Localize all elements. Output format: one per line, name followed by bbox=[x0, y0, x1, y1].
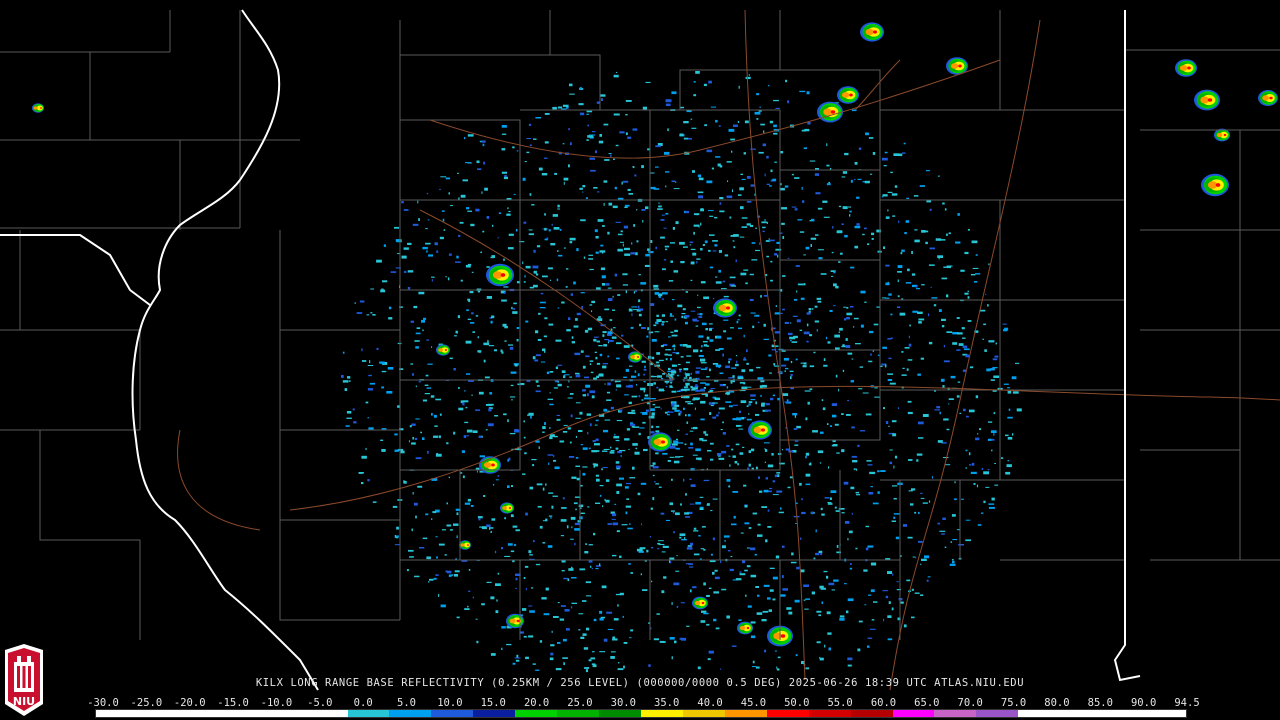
scale-swatch bbox=[347, 710, 390, 717]
scale-label: 45.0 bbox=[740, 697, 767, 709]
scale-label: 0.0 bbox=[353, 697, 373, 709]
scale-swatch bbox=[221, 710, 264, 717]
scale-swatch bbox=[1018, 710, 1061, 717]
radar-map bbox=[0, 9, 1280, 691]
scale-swatch bbox=[1144, 710, 1186, 717]
scale-swatch bbox=[305, 710, 348, 717]
scale-swatch bbox=[808, 710, 851, 717]
scale-label: 30.0 bbox=[610, 697, 636, 709]
scale-label: 50.0 bbox=[784, 697, 810, 709]
scale-label: 70.0 bbox=[957, 697, 983, 709]
scale-label: 65.0 bbox=[914, 697, 940, 709]
highway-lines bbox=[177, 9, 1280, 691]
reflectivity-echoes bbox=[32, 22, 1278, 673]
scale-label: 90.0 bbox=[1130, 697, 1157, 709]
scale-label: 75.0 bbox=[1000, 697, 1027, 709]
scale-swatch bbox=[766, 710, 809, 717]
scale-label: -20.0 bbox=[173, 697, 206, 709]
scale-label: -5.0 bbox=[307, 697, 333, 709]
scale-swatch bbox=[263, 710, 306, 717]
reflectivity-color-bar bbox=[95, 709, 1187, 718]
scale-swatch bbox=[473, 710, 516, 717]
scale-label: 20.0 bbox=[523, 697, 550, 709]
scale-label: 35.0 bbox=[654, 697, 680, 709]
scale-label: 60.0 bbox=[870, 697, 897, 709]
scale-swatch bbox=[389, 710, 432, 717]
scale-label: 94.5 bbox=[1174, 697, 1200, 709]
scale-label: -15.0 bbox=[217, 697, 249, 709]
scale-swatch bbox=[976, 710, 1019, 717]
scale-swatch bbox=[724, 710, 767, 717]
scale-label: 10.0 bbox=[437, 697, 463, 709]
scale-swatch bbox=[892, 710, 935, 717]
scale-label: 25.0 bbox=[567, 697, 593, 709]
scale-label: -10.0 bbox=[260, 697, 293, 709]
scale-swatch bbox=[137, 710, 180, 717]
scale-swatch bbox=[96, 710, 138, 717]
scale-swatch bbox=[179, 710, 222, 717]
scale-swatch bbox=[850, 710, 893, 717]
niu-logo-text: NIU bbox=[13, 695, 35, 708]
scale-label: 80.0 bbox=[1044, 697, 1070, 709]
scale-swatch bbox=[599, 710, 641, 717]
scale-label: 85.0 bbox=[1087, 697, 1113, 709]
scale-swatch bbox=[557, 710, 600, 717]
scale-swatch bbox=[682, 710, 725, 717]
scale-swatch bbox=[1102, 710, 1145, 717]
reflectivity-scale-labels: -30.0 -25.0 -20.0 -15.0 -10.0 -5.0 0.0 5.0 10.0 1… bbox=[87, 697, 1199, 709]
scale-swatch bbox=[1060, 710, 1103, 717]
scale-label: 40.0 bbox=[697, 697, 723, 709]
scale-label: 15.0 bbox=[480, 697, 506, 709]
scale-label: 5.0 bbox=[397, 697, 416, 709]
scale-swatch bbox=[640, 710, 683, 717]
radar-site-marker bbox=[672, 378, 684, 390]
scale-swatch bbox=[934, 710, 977, 717]
niu-logo: NIU bbox=[5, 644, 43, 716]
scale-label: -30.0 bbox=[87, 697, 119, 709]
scale-label: 55.0 bbox=[827, 697, 853, 709]
product-caption: KILX LONG RANGE BASE REFLECTIVITY (0.25K… bbox=[255, 677, 1025, 689]
scale-swatch bbox=[431, 710, 474, 717]
scale-label: -25.0 bbox=[130, 697, 163, 709]
scale-swatch bbox=[515, 710, 558, 717]
